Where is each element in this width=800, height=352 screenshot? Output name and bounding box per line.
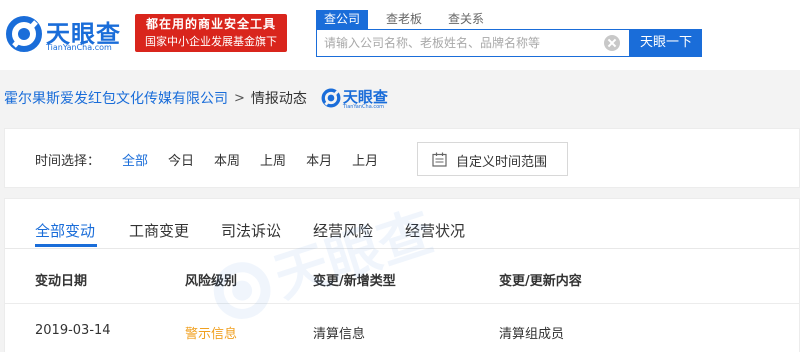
time-option-today[interactable]: 今日 (168, 150, 194, 169)
column-header-change-content: 变更/更新内容 (499, 274, 582, 289)
cell-change-content: 清算组成员 (499, 327, 565, 342)
cell-date: 2019-03-14 (35, 323, 111, 338)
time-option-this-month[interactable]: 本月 (306, 150, 332, 169)
time-option-all[interactable]: 全部 (122, 150, 148, 169)
calendar-icon (432, 152, 447, 167)
search-tab-relation[interactable]: 查关系 (440, 10, 492, 29)
column-header-change-type: 变更/新增类型 (313, 274, 396, 289)
custom-range-button[interactable]: 自定义时间范围 (417, 142, 568, 176)
cell-change-type: 清算信息 (313, 327, 366, 342)
time-filter-panel: 时间选择： 全部 今日 本周 上周 本月 上月 自定义时间范围 (4, 128, 800, 188)
breadcrumb-logo: 天眼查 TianYanCha.com (321, 84, 399, 112)
change-list-panel: 全部变动 工商变更 司法诉讼 经营风险 经营状况 变动日期 风险级别 变更/新增… (4, 198, 800, 352)
breadcrumb-current: 情报动态 (250, 91, 307, 107)
tianyancha-logo-icon (321, 88, 341, 108)
time-filter-options: 全部 今日 本周 上周 本月 上月 (122, 150, 398, 169)
time-filter-label: 时间选择： (35, 154, 101, 169)
cell-risk-level: 警示信息 (185, 327, 238, 342)
tab-judicial-litigation[interactable]: 司法诉讼 (221, 220, 281, 241)
promo-banner[interactable]: 都在用的商业安全工具 国家中小企业发展基金旗下 (135, 14, 287, 52)
breadcrumb-separator: > (234, 90, 245, 106)
custom-range-label: 自定义时间范围 (456, 155, 548, 170)
search-input[interactable] (317, 30, 597, 56)
breadcrumb-logo-domain: TianYanCha.com (342, 104, 385, 110)
search-tab-boss[interactable]: 查老板 (378, 10, 430, 29)
tab-business-changes[interactable]: 工商变更 (129, 220, 189, 241)
column-header-risk-level: 风险级别 (185, 274, 238, 289)
clear-icon[interactable] (604, 35, 620, 51)
tianyancha-logo-icon (6, 16, 42, 52)
search-tabs: 查公司 查老板 查关系 (316, 10, 502, 29)
search-box (316, 29, 630, 57)
top-bar: 天眼查 TianYanCha.com 都在用的商业安全工具 国家中小企业发展基金… (0, 0, 800, 70)
breadcrumb: 霍尔果斯爱发红包文化传媒有限公司 > 情报动态 天眼查 TianYanCha.c… (4, 80, 399, 116)
breadcrumb-company-link[interactable]: 霍尔果斯爱发红包文化传媒有限公司 (4, 88, 228, 108)
promo-line-2: 国家中小企业发展基金旗下 (145, 35, 277, 48)
table-row[interactable]: 2019-03-14 警示信息 清算信息 清算组成员 (5, 305, 799, 352)
column-header-date: 变动日期 (35, 274, 88, 289)
table-header: 变动日期 风险级别 变更/新增类型 变更/更新内容 (5, 249, 799, 304)
time-option-last-month[interactable]: 上月 (352, 150, 378, 169)
category-tabs: 全部变动 工商变更 司法诉讼 经营风险 经营状况 (5, 199, 799, 249)
tab-all-changes[interactable]: 全部变动 (35, 220, 95, 241)
promo-line-1: 都在用的商业安全工具 (145, 17, 276, 31)
site-logo[interactable]: 天眼查 TianYanCha.com (6, 12, 131, 54)
search-button[interactable]: 天眼一下 (630, 29, 702, 57)
time-option-last-week[interactable]: 上周 (260, 150, 286, 169)
logo-domain: TianYanCha.com (46, 43, 112, 52)
active-tab-indicator (35, 244, 97, 247)
time-option-this-week[interactable]: 本周 (214, 150, 240, 169)
tab-operating-risk[interactable]: 经营风险 (313, 220, 373, 241)
tab-operating-status[interactable]: 经营状况 (405, 220, 465, 241)
search-tab-company[interactable]: 查公司 (316, 10, 369, 29)
